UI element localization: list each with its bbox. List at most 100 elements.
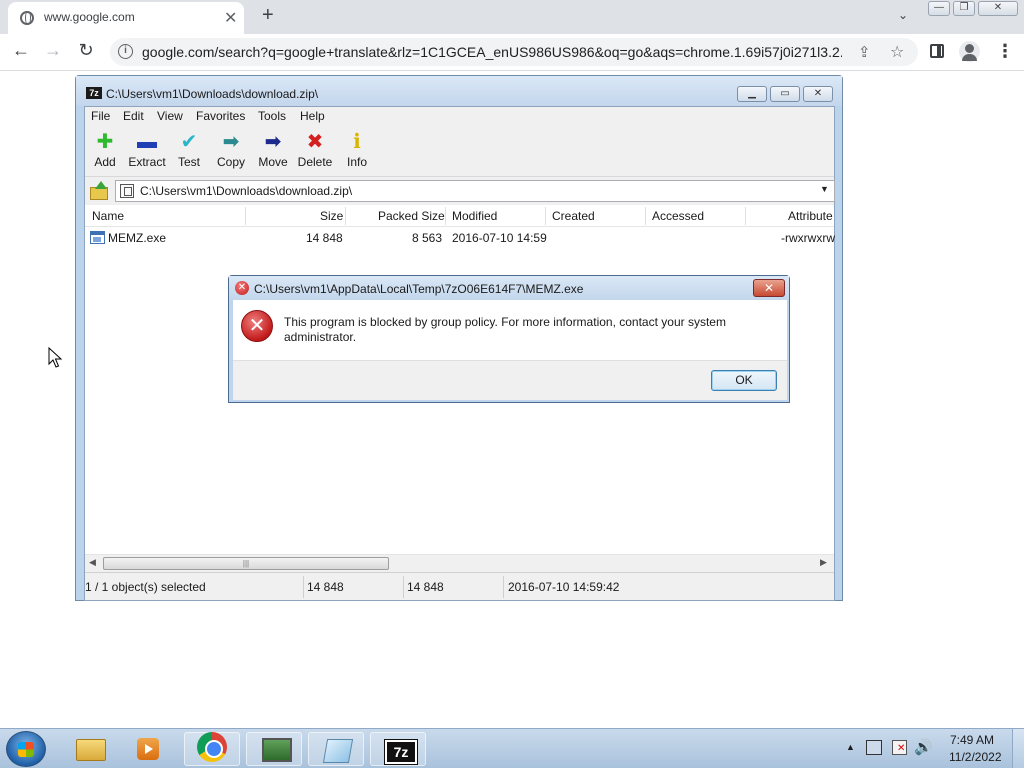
menu-tools[interactable]: Tools: [258, 109, 286, 123]
mouse-pointer-icon: [48, 347, 63, 368]
error-message: This program is blocked by group policy.…: [284, 315, 726, 344]
info-label: Info: [346, 155, 367, 169]
volume-icon[interactable]: 🔊: [914, 738, 933, 756]
cell-modified: 2016-07-10 14:59: [452, 231, 547, 245]
delete-button[interactable]: ✖ Delete: [295, 131, 335, 175]
info-button[interactable]: ℹ Info: [337, 131, 377, 175]
start-button[interactable]: [6, 731, 46, 767]
explorer-icon[interactable]: [62, 732, 118, 766]
column-header-modified[interactable]: Modified: [452, 209, 497, 223]
7zip-toolbar: ✚ Add ▬ Extract ✔ Test ➡ Copy ➡ Move ✖ D…: [85, 127, 834, 177]
show-desktop-button[interactable]: [1012, 729, 1024, 768]
browser-maximize-button[interactable]: ❐: [953, 1, 975, 16]
folder-up-icon[interactable]: [89, 181, 108, 200]
action-center-flag-icon[interactable]: [892, 740, 907, 755]
delete-label: Delete: [297, 155, 333, 169]
7zip-maximize-button[interactable]: ▭: [770, 86, 800, 102]
status-size: 14 848: [307, 580, 344, 594]
column-header-created[interactable]: Created: [552, 209, 595, 223]
profile-avatar-icon[interactable]: [959, 41, 980, 62]
status-separator: [403, 576, 404, 598]
error-dialog: ✕ C:\Users\vm1\AppData\Local\Temp\7zO06E…: [228, 275, 790, 403]
error-dialog-footer: OK: [233, 360, 787, 400]
7zip-close-button[interactable]: ✕: [803, 86, 833, 102]
new-tab-button[interactable]: +: [262, 4, 274, 27]
add-label: Add: [94, 155, 116, 169]
column-header-size[interactable]: Size: [320, 209, 343, 223]
menu-help[interactable]: Help: [300, 109, 325, 123]
dropdown-arrow-icon[interactable]: ▼: [820, 184, 829, 194]
clock-time[interactable]: 7:49 AM: [950, 733, 994, 747]
media-player-icon[interactable]: [120, 732, 176, 766]
copy-button[interactable]: ➡ Copy: [211, 131, 251, 175]
browser-menu-icon[interactable]: ⋮: [996, 41, 1014, 62]
column-header-name[interactable]: Name: [92, 209, 124, 223]
side-panel-icon[interactable]: [930, 44, 944, 58]
notes-icon[interactable]: [308, 732, 364, 766]
browser-tab[interactable]: www.google.com ✕: [8, 2, 244, 34]
column-header-attributes[interactable]: Attribute: [788, 209, 833, 223]
column-separator[interactable]: [645, 207, 646, 225]
path-combobox[interactable]: C:\Users\vm1\Downloads\download.zip\ ▼: [115, 180, 835, 202]
url-text[interactable]: google.com/search?q=google+translate&rlz…: [142, 44, 842, 60]
column-header-packed-size[interactable]: Packed Size: [378, 209, 445, 223]
status-separator: [503, 576, 504, 598]
test-label: Test: [177, 155, 200, 169]
column-separator[interactable]: [245, 207, 246, 225]
7zip-icon[interactable]: [370, 732, 426, 766]
address-bar[interactable]: i google.com/search?q=google+translate&r…: [110, 38, 918, 66]
move-button[interactable]: ➡ Move: [253, 131, 293, 175]
list-header: Name Size Packed Size Modified Created A…: [85, 205, 834, 227]
menu-favorites[interactable]: Favorites: [196, 109, 245, 123]
monitor-icon[interactable]: [246, 732, 302, 766]
move-label: Move: [258, 155, 288, 169]
tab-title: www.google.com: [44, 10, 135, 24]
menu-file[interactable]: File: [91, 109, 110, 123]
browser-tab-strip: www.google.com ✕ + ⌄ — ❐ ✕: [0, 0, 1024, 34]
test-button[interactable]: ✔ Test: [169, 131, 209, 175]
extract-button[interactable]: ▬ Extract: [127, 131, 167, 175]
error-dialog-close-button[interactable]: ✕: [753, 279, 785, 297]
error-dialog-titlebar[interactable]: ✕ C:\Users\vm1\AppData\Local\Temp\7zO06E…: [229, 276, 789, 300]
table-row[interactable]: MEMZ.exe 14 848 8 563 2016-07-10 14:59 -…: [85, 229, 835, 247]
7zip-minimize-button[interactable]: ▁: [737, 86, 767, 102]
column-header-accessed[interactable]: Accessed: [652, 209, 704, 223]
exe-file-icon: [90, 231, 105, 244]
move-icon: ➡: [264, 131, 282, 153]
bookmark-star-icon[interactable]: ☆: [890, 42, 904, 62]
error-dialog-body: ✕ This program is blocked by group polic…: [233, 300, 787, 400]
column-separator[interactable]: [545, 207, 546, 225]
clock-date[interactable]: 11/2/2022: [949, 750, 1002, 764]
network-icon[interactable]: [866, 740, 882, 755]
browser-minimize-button[interactable]: —: [928, 1, 950, 16]
menu-edit[interactable]: Edit: [123, 109, 144, 123]
extract-label: Extract: [128, 155, 166, 169]
copy-icon: ➡: [222, 131, 240, 153]
cell-attributes: -rwxrwxrw: [781, 231, 835, 245]
reload-button[interactable]: ↻: [75, 40, 97, 61]
7zip-titlebar[interactable]: 7z C:\Users\vm1\Downloads\download.zip\ …: [76, 76, 842, 106]
tab-search-chevron-icon[interactable]: ⌄: [898, 8, 908, 22]
share-icon[interactable]: ⇪: [858, 43, 871, 61]
scroll-right-icon[interactable]: ▶: [820, 557, 827, 568]
browser-close-button[interactable]: ✕: [978, 1, 1018, 16]
ok-button[interactable]: OK: [711, 370, 777, 391]
horizontal-scrollbar[interactable]: ◀ ||| ▶: [85, 554, 834, 571]
path-text[interactable]: C:\Users\vm1\Downloads\download.zip\: [140, 184, 352, 198]
status-modified: 2016-07-10 14:59:42: [508, 580, 620, 594]
cell-packed-size: 8 563: [412, 231, 443, 245]
column-separator[interactable]: [345, 207, 346, 225]
scroll-thumb[interactable]: |||: [103, 557, 389, 570]
forward-button[interactable]: →: [42, 40, 64, 61]
tab-close-icon[interactable]: ✕: [224, 8, 237, 28]
show-hidden-icons-arrow-icon[interactable]: ▲: [846, 742, 855, 752]
menu-view[interactable]: View: [157, 109, 183, 123]
site-info-icon[interactable]: i: [118, 44, 133, 59]
chrome-icon: [197, 732, 227, 762]
column-separator[interactable]: [745, 207, 746, 225]
scroll-left-icon[interactable]: ◀: [89, 557, 96, 568]
back-button[interactable]: ←: [10, 40, 32, 61]
column-separator[interactable]: [445, 207, 446, 225]
add-button[interactable]: ✚ Add: [85, 131, 125, 175]
address-row: C:\Users\vm1\Downloads\download.zip\ ▼: [85, 178, 835, 204]
